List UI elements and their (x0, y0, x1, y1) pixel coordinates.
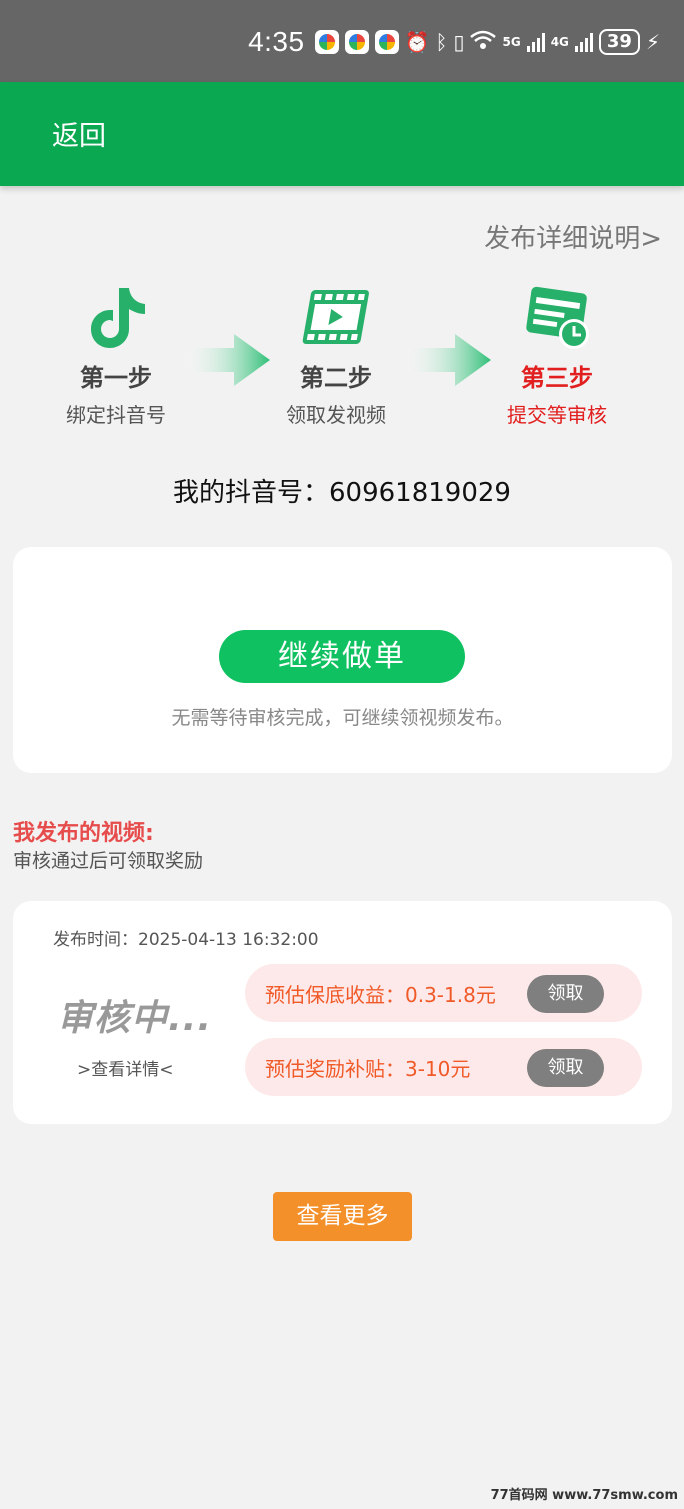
battery-indicator: 39 (598, 29, 640, 55)
step-2: 第二步 领取发视频 (251, 282, 421, 428)
tiktok-icon (91, 288, 145, 348)
wifi-icon (470, 30, 497, 55)
review-status: 审核中... (57, 998, 213, 1039)
my-videos-subtitle: 审核通过后可领取奖励 (13, 850, 204, 872)
video-item-card: 发布时间：2025-04-13 16:32:00 审核中... >查看详情< 预… (13, 901, 672, 1124)
alarm-icon: ⏰ (404, 30, 430, 54)
reward-bonus-text: 预估奖励补贴：3-10元 (265, 1057, 471, 1081)
signal-5g-icon (526, 32, 545, 52)
network-5g-label: 5G (502, 35, 521, 49)
step-1-subtitle: 绑定抖音号 (66, 403, 166, 427)
network-4g-label: 4G (550, 35, 569, 49)
app-notification-icon (314, 30, 339, 54)
charging-icon: ⚡ (645, 30, 660, 54)
view-more-button[interactable]: 查看更多 (273, 1192, 412, 1241)
publish-time: 发布时间：2025-04-13 16:32:00 (53, 930, 319, 950)
publish-instructions-link[interactable]: 发布详细说明> (484, 218, 662, 255)
claim-bonus-button[interactable]: 领取 (527, 1049, 604, 1087)
reward-base-text: 预估保底收益：0.3-1.8元 (265, 983, 496, 1007)
step-3-subtitle: 提交等审核 (507, 403, 607, 427)
continue-task-note: 无需等待审核完成，可继续领视频发布。 (171, 707, 514, 729)
reward-row-base: 预估保底收益：0.3-1.8元 领取 (245, 964, 642, 1022)
steps-progress: 第一步 绑定抖音号 第二步 领取发视频 第三步 提交等审核 (0, 282, 684, 432)
watermark: 77首码网 www.77smw.com (490, 1488, 678, 1503)
status-bar: 4:35 ⏰ ᛒ ▯ 5G 4G 39 ⚡ (0, 0, 684, 82)
continue-task-card: 继续做单 无需等待审核完成，可继续领视频发布。 (13, 547, 672, 773)
review-clock-icon (526, 286, 589, 349)
vibrate-icon: ▯ (453, 30, 465, 54)
view-detail-link[interactable]: >查看详情< (77, 1055, 174, 1080)
step-2-title: 第二步 (300, 364, 372, 392)
signal-4g-icon (574, 32, 593, 52)
back-button[interactable]: 返回 (52, 114, 106, 153)
app-notification-icon (374, 30, 399, 54)
continue-task-button[interactable]: 继续做单 (219, 630, 465, 683)
status-icons: 4:35 ⏰ ᛒ ▯ 5G 4G 39 ⚡ (248, 26, 660, 58)
step-2-subtitle: 领取发视频 (286, 403, 386, 427)
my-videos-title: 我发布的视频: (13, 821, 154, 846)
step-1-title: 第一步 (80, 364, 152, 392)
step-1: 第一步 绑定抖音号 (31, 282, 201, 428)
top-app-bar: 返回 (0, 82, 684, 186)
app-notification-icon (344, 30, 369, 54)
step-3-title: 第三步 (521, 364, 593, 392)
reward-row-bonus: 预估奖励补贴：3-10元 领取 (245, 1038, 642, 1096)
claim-base-button[interactable]: 领取 (527, 975, 604, 1013)
step-3: 第三步 提交等审核 (472, 282, 642, 428)
status-time: 4:35 (248, 26, 305, 57)
bluetooth-icon: ᛒ (435, 30, 448, 54)
douyin-account-number: 我的抖音号：60961819029 (173, 478, 511, 508)
video-icon (302, 290, 369, 344)
